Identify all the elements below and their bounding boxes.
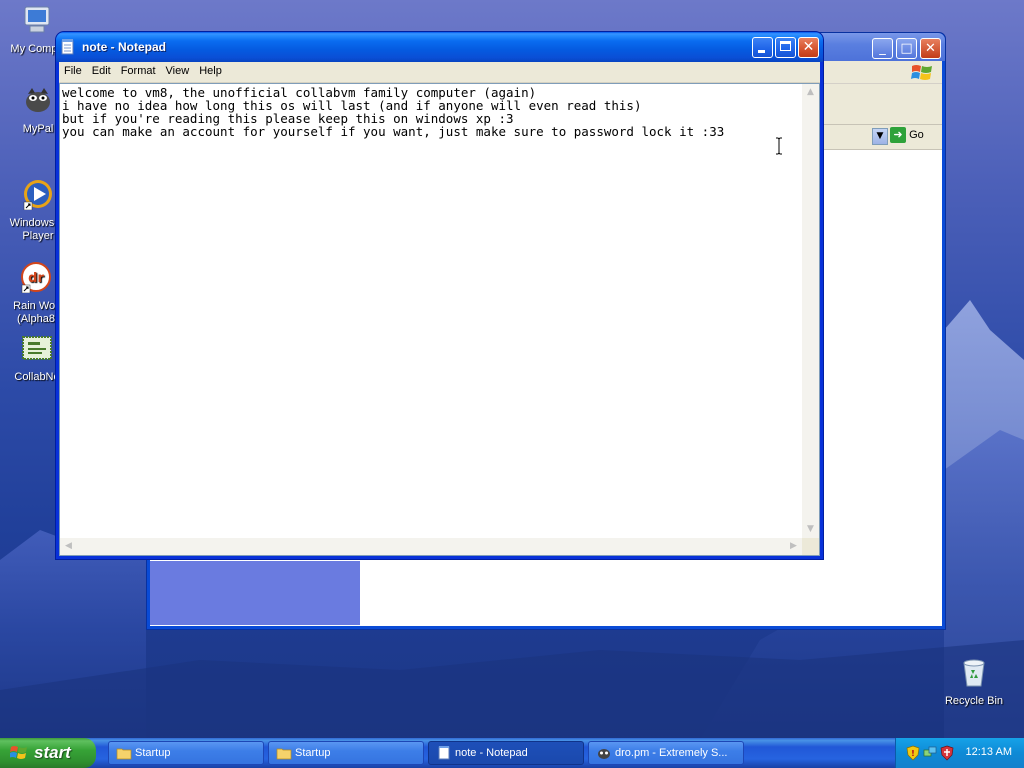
go-button[interactable]: ➜ Go [890,127,930,146]
scroll-up-icon: ▲ [807,87,814,97]
menu-help[interactable]: Help [194,62,227,77]
notepad-titlebar[interactable]: note - Notepad ✕ [56,32,823,62]
notepad-menubar: File Edit Format View Help [59,62,820,83]
windows-logo-icon [10,746,27,759]
folder-icon [116,748,132,760]
scroll-down-icon: ▼ [807,524,814,534]
go-arrow-icon: ➜ [890,127,906,143]
notepad-title: note - Notepad [82,40,166,54]
horizontal-scrollbar[interactable]: ◀ ▶ [60,538,802,555]
taskbar: start Startup Startup note - Notepad dro… [0,738,1024,768]
taskbar-item-startup-1[interactable]: Startup [108,741,264,765]
taskbar-item-dro-pm[interactable]: dro.pm - Extremely S... [588,741,744,765]
scroll-left-button[interactable]: ◀ [60,538,77,555]
background-close-button[interactable]: ✕ [920,38,941,59]
vertical-scrollbar[interactable]: ▲ ▼ [802,84,819,538]
background-minimize-button[interactable]: _ [872,38,893,59]
mypal-browser-icon [26,88,50,112]
notepad-edit-area[interactable]: welcome to vm8, the unofficial collabvm … [59,83,820,556]
taskbar-item-notepad[interactable]: note - Notepad [428,741,584,765]
notepad-icon [61,39,74,55]
close-icon: ✕ [802,39,815,55]
svg-text:!: ! [911,749,915,758]
start-label: start [34,743,71,762]
go-label: Go [909,129,924,141]
antivirus-shield-icon[interactable] [940,745,954,761]
background-task-pane [150,561,360,625]
taskbar-clock[interactable]: 12:13 AM [966,746,1012,758]
rain-world-icon: dr [21,262,51,294]
background-maximize-button[interactable]: □ [896,38,917,59]
scroll-down-button[interactable]: ▼ [802,521,819,538]
maximize-button[interactable] [775,37,796,58]
mypal-browser-icon [598,749,610,759]
taskbar-item-label: Startup [135,747,171,759]
scroll-right-button[interactable]: ▶ [785,538,802,555]
windows-logo-icon [911,65,932,80]
menu-view[interactable]: View [161,62,195,77]
scroll-right-icon: ▶ [790,541,797,551]
menu-format[interactable]: Format [116,62,161,77]
close-button[interactable]: ✕ [798,37,819,58]
start-button[interactable]: start [0,738,96,768]
notepad-window[interactable]: note - Notepad ✕ File Edit Format View Help … [56,32,823,559]
desktop-icon-recycle-bin[interactable]: Recycle Bin [934,656,1014,708]
desktop-icon-label: Recycle Bin [944,695,1004,707]
taskbar-item-label: Startup [295,747,331,759]
menu-edit[interactable]: Edit [87,62,116,77]
minimize-button[interactable] [752,37,773,58]
windows-media-player-icon [23,180,52,211]
address-dropdown-button[interactable]: ▼ [872,128,888,145]
taskbar-item-label: dro.pm - Extremely S... [615,747,728,759]
network-icon[interactable] [923,745,937,761]
recycle-bin-icon [963,659,985,687]
taskbar-item-startup-2[interactable]: Startup [268,741,424,765]
scroll-left-icon: ◀ [65,541,72,551]
folder-icon [276,748,292,760]
my-computer-icon [24,6,50,33]
menu-file[interactable]: File [59,62,87,77]
notepad-icon [438,746,450,760]
minimize-icon [758,50,765,53]
security-shield-icon[interactable]: ! [906,745,920,761]
notepad-text-content[interactable]: welcome to vm8, the unofficial collabvm … [62,86,799,535]
maximize-icon [780,41,791,51]
svg-text:dr: dr [28,271,44,286]
system-tray: ! 12:13 AM [895,738,1024,768]
collabnet-icon [22,336,52,360]
text-cursor-icon [776,137,782,155]
taskbar-item-label: note - Notepad [455,747,528,759]
resize-grip[interactable] [802,538,819,555]
scroll-up-button[interactable]: ▲ [802,84,819,101]
chevron-down-icon: ▼ [876,131,884,141]
